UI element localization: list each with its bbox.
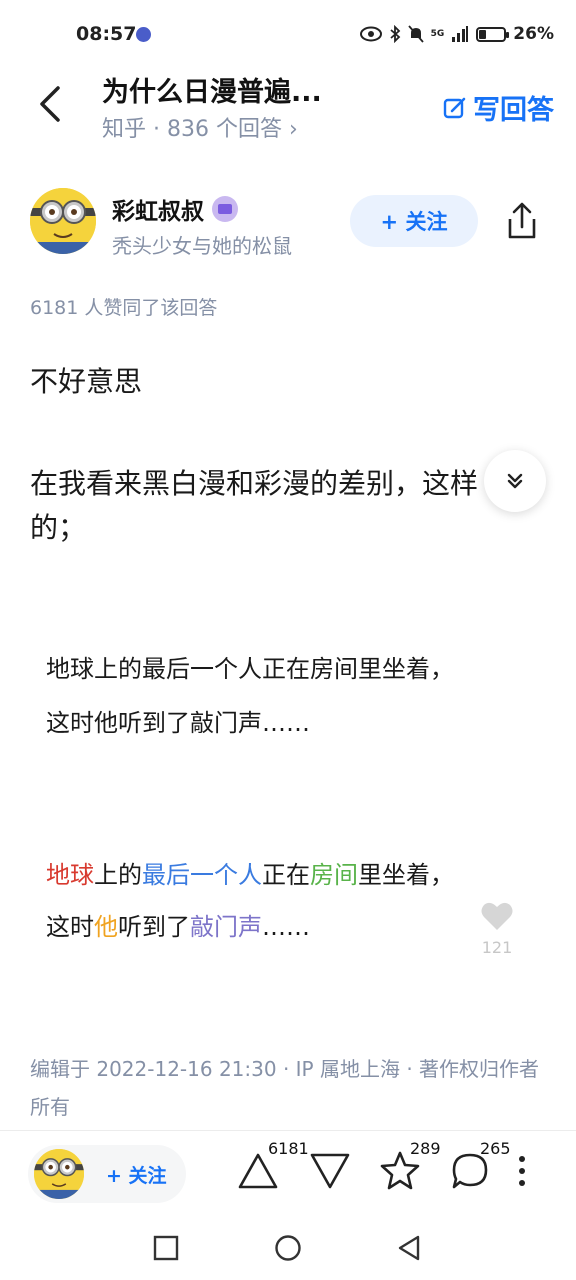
status-time: 08:57 (76, 23, 137, 45)
bottom-author-avatar[interactable] (34, 1149, 84, 1199)
recents-button[interactable] (152, 1234, 180, 1262)
answers-count-link[interactable]: 知乎 · 836 个回答 › (102, 111, 298, 143)
color-word: 他 (94, 913, 118, 941)
color-word: 这时 (46, 913, 94, 941)
downvote-button[interactable] (308, 1149, 352, 1193)
comment-count: 265 (480, 1139, 511, 1158)
image-like-button[interactable]: 121 (474, 900, 520, 957)
network-type: 5G (430, 28, 445, 39)
approval-count: 6181 人赞同了该回答 (30, 297, 218, 319)
home-button[interactable] (274, 1234, 302, 1262)
collapse-toggle-button[interactable] (484, 450, 546, 512)
answer-paragraph-1: 不好意思 (30, 365, 143, 398)
triangle-down-icon (310, 1153, 350, 1189)
system-nav-bar (0, 1212, 576, 1280)
color-word: 正在 (262, 861, 310, 889)
author-avatar[interactable] (30, 188, 96, 254)
author-bio: 秃头少女与她的松鼠 (112, 234, 292, 258)
more-options-button[interactable] (510, 1149, 534, 1193)
answer-image[interactable]: 地球上的最后一个人正在房间里坐着， 这时他听到了敲门声…… 地球上的最后一个人正… (28, 618, 548, 978)
mute-bell-icon (407, 25, 424, 43)
minion-avatar-image (34, 1149, 84, 1199)
color-word: 里坐着， (358, 861, 454, 889)
color-word: 听到了 (118, 913, 190, 941)
color-word: 房间 (310, 861, 358, 889)
back-button[interactable] (32, 82, 72, 126)
square-icon (153, 1235, 179, 1261)
share-icon (508, 202, 536, 239)
color-word: 最后一个人 (142, 861, 262, 889)
question-title[interactable]: 为什么日漫普遍... (102, 70, 322, 109)
image-text-color-2: 这时他听到了敲门声…… (46, 908, 310, 946)
edit-info: 编辑于 2022-12-16 21:30 · IP 属地上海 · 著作权归作者所… (30, 1057, 540, 1119)
battery-percent: 26% (513, 24, 554, 44)
chevron-left-icon (40, 86, 60, 122)
follow-button[interactable]: + 关注 (350, 195, 478, 247)
double-chevron-down-icon (507, 473, 523, 489)
triangle-left-icon (398, 1235, 420, 1261)
image-text-plain-2: 这时他听到了敲门声…… (46, 709, 310, 737)
favorite-count: 289 (410, 1139, 441, 1158)
color-word: …… (262, 913, 310, 941)
status-bar: 08:57 5G 26% (0, 0, 576, 70)
image-like-count: 121 (481, 938, 513, 957)
color-word: 敲门声 (190, 913, 262, 941)
signal-icon (452, 26, 469, 42)
edit-icon (443, 97, 466, 118)
circle-icon (275, 1235, 301, 1261)
battery-icon (476, 26, 510, 42)
bottom-follow-button[interactable]: + 关注 (28, 1145, 186, 1203)
author-name[interactable]: 彩虹叔叔 (112, 192, 204, 226)
upvote-count: 6181 (268, 1139, 309, 1158)
system-back-button[interactable] (396, 1234, 424, 1262)
color-word: 地球 (46, 861, 94, 889)
bottom-action-bar: + 关注 6181 289 265 (0, 1130, 576, 1212)
author-name-row: 彩虹叔叔 (112, 192, 238, 226)
write-answer-button[interactable]: 写回答 (443, 88, 554, 127)
status-indicators: 5G 26% (359, 24, 554, 44)
vertical-dots-icon (519, 1156, 525, 1186)
eye-icon (359, 26, 382, 42)
share-button[interactable] (502, 199, 542, 243)
color-word: 上的 (94, 861, 142, 889)
answer-paragraph-2: 在我看来黑白漫和彩漫的差别，这样的； (30, 467, 479, 544)
heart-icon (481, 902, 513, 930)
image-text-color-1: 地球上的最后一个人正在房间里坐着， (46, 856, 454, 894)
notification-app-icon (136, 27, 151, 42)
bluetooth-icon (390, 25, 400, 43)
bottom-follow-label: + 关注 (106, 1165, 167, 1187)
write-answer-label: 写回答 (473, 95, 554, 126)
image-text-plain-1: 地球上的最后一个人正在房间里坐着， (46, 655, 454, 683)
badge-icon[interactable] (212, 196, 238, 222)
minion-avatar-image (30, 188, 96, 254)
